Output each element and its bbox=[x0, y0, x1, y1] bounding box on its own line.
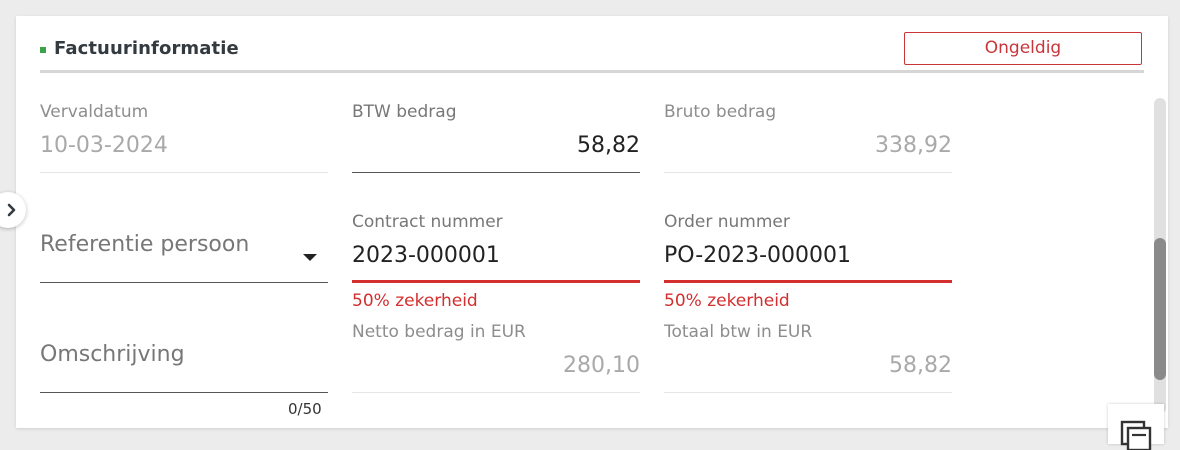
gross-amount-label: Bruto bedrag bbox=[664, 102, 777, 122]
order-number-field[interactable]: PO-2023-000001 bbox=[664, 243, 851, 268]
gross-amount-field: 338,92 bbox=[875, 133, 952, 158]
order-number-underline bbox=[664, 280, 952, 283]
net-amount-label: Netto bedrag in EUR bbox=[352, 322, 526, 342]
section-divider bbox=[40, 70, 1144, 73]
contract-number-underline bbox=[352, 280, 640, 283]
section-marker bbox=[40, 47, 46, 53]
copy-button[interactable] bbox=[1108, 404, 1164, 450]
vat-amount-underline bbox=[352, 172, 640, 173]
order-number-confidence: 50% zekerheid bbox=[664, 291, 790, 311]
section-title: Factuurinformatie bbox=[54, 38, 239, 59]
description-placeholder: Omschrijving bbox=[40, 342, 185, 367]
contract-number-confidence: 50% zekerheid bbox=[352, 291, 478, 311]
gross-amount-underline bbox=[664, 172, 952, 173]
description-input[interactable]: Omschrijving bbox=[40, 332, 328, 394]
copy-icon bbox=[1120, 420, 1152, 450]
description-char-counter: 0/50 bbox=[288, 400, 322, 418]
description-underline bbox=[40, 392, 328, 393]
due-date-underline bbox=[40, 172, 328, 173]
status-button[interactable]: Ongeldig bbox=[904, 32, 1142, 65]
net-amount-underline bbox=[352, 392, 640, 393]
chevron-right-icon bbox=[7, 203, 16, 217]
total-vat-label: Totaal btw in EUR bbox=[664, 322, 813, 342]
reference-person-placeholder: Referentie persoon bbox=[40, 232, 250, 257]
invoice-info-card: Factuurinformatie Ongeldig Vervaldatum 1… bbox=[16, 16, 1168, 428]
vat-amount-field[interactable]: 58,82 bbox=[352, 133, 640, 158]
contract-number-label: Contract nummer bbox=[352, 212, 503, 232]
contract-number-field[interactable]: 2023-000001 bbox=[352, 243, 500, 268]
total-vat-field: 58,82 bbox=[889, 353, 952, 378]
reference-person-underline bbox=[40, 282, 328, 283]
caret-down-icon bbox=[303, 254, 317, 261]
due-date-label: Vervaldatum bbox=[40, 102, 149, 122]
reference-person-select[interactable]: Referentie persoon bbox=[40, 222, 328, 284]
due-date-field: 10-03-2024 bbox=[40, 133, 168, 158]
total-vat-underline bbox=[664, 392, 952, 393]
scrollbar-thumb[interactable] bbox=[1154, 238, 1166, 380]
vat-amount-label: BTW bedrag bbox=[352, 102, 457, 122]
order-number-label: Order nummer bbox=[664, 212, 790, 232]
net-amount-field: 280,10 bbox=[563, 353, 640, 378]
